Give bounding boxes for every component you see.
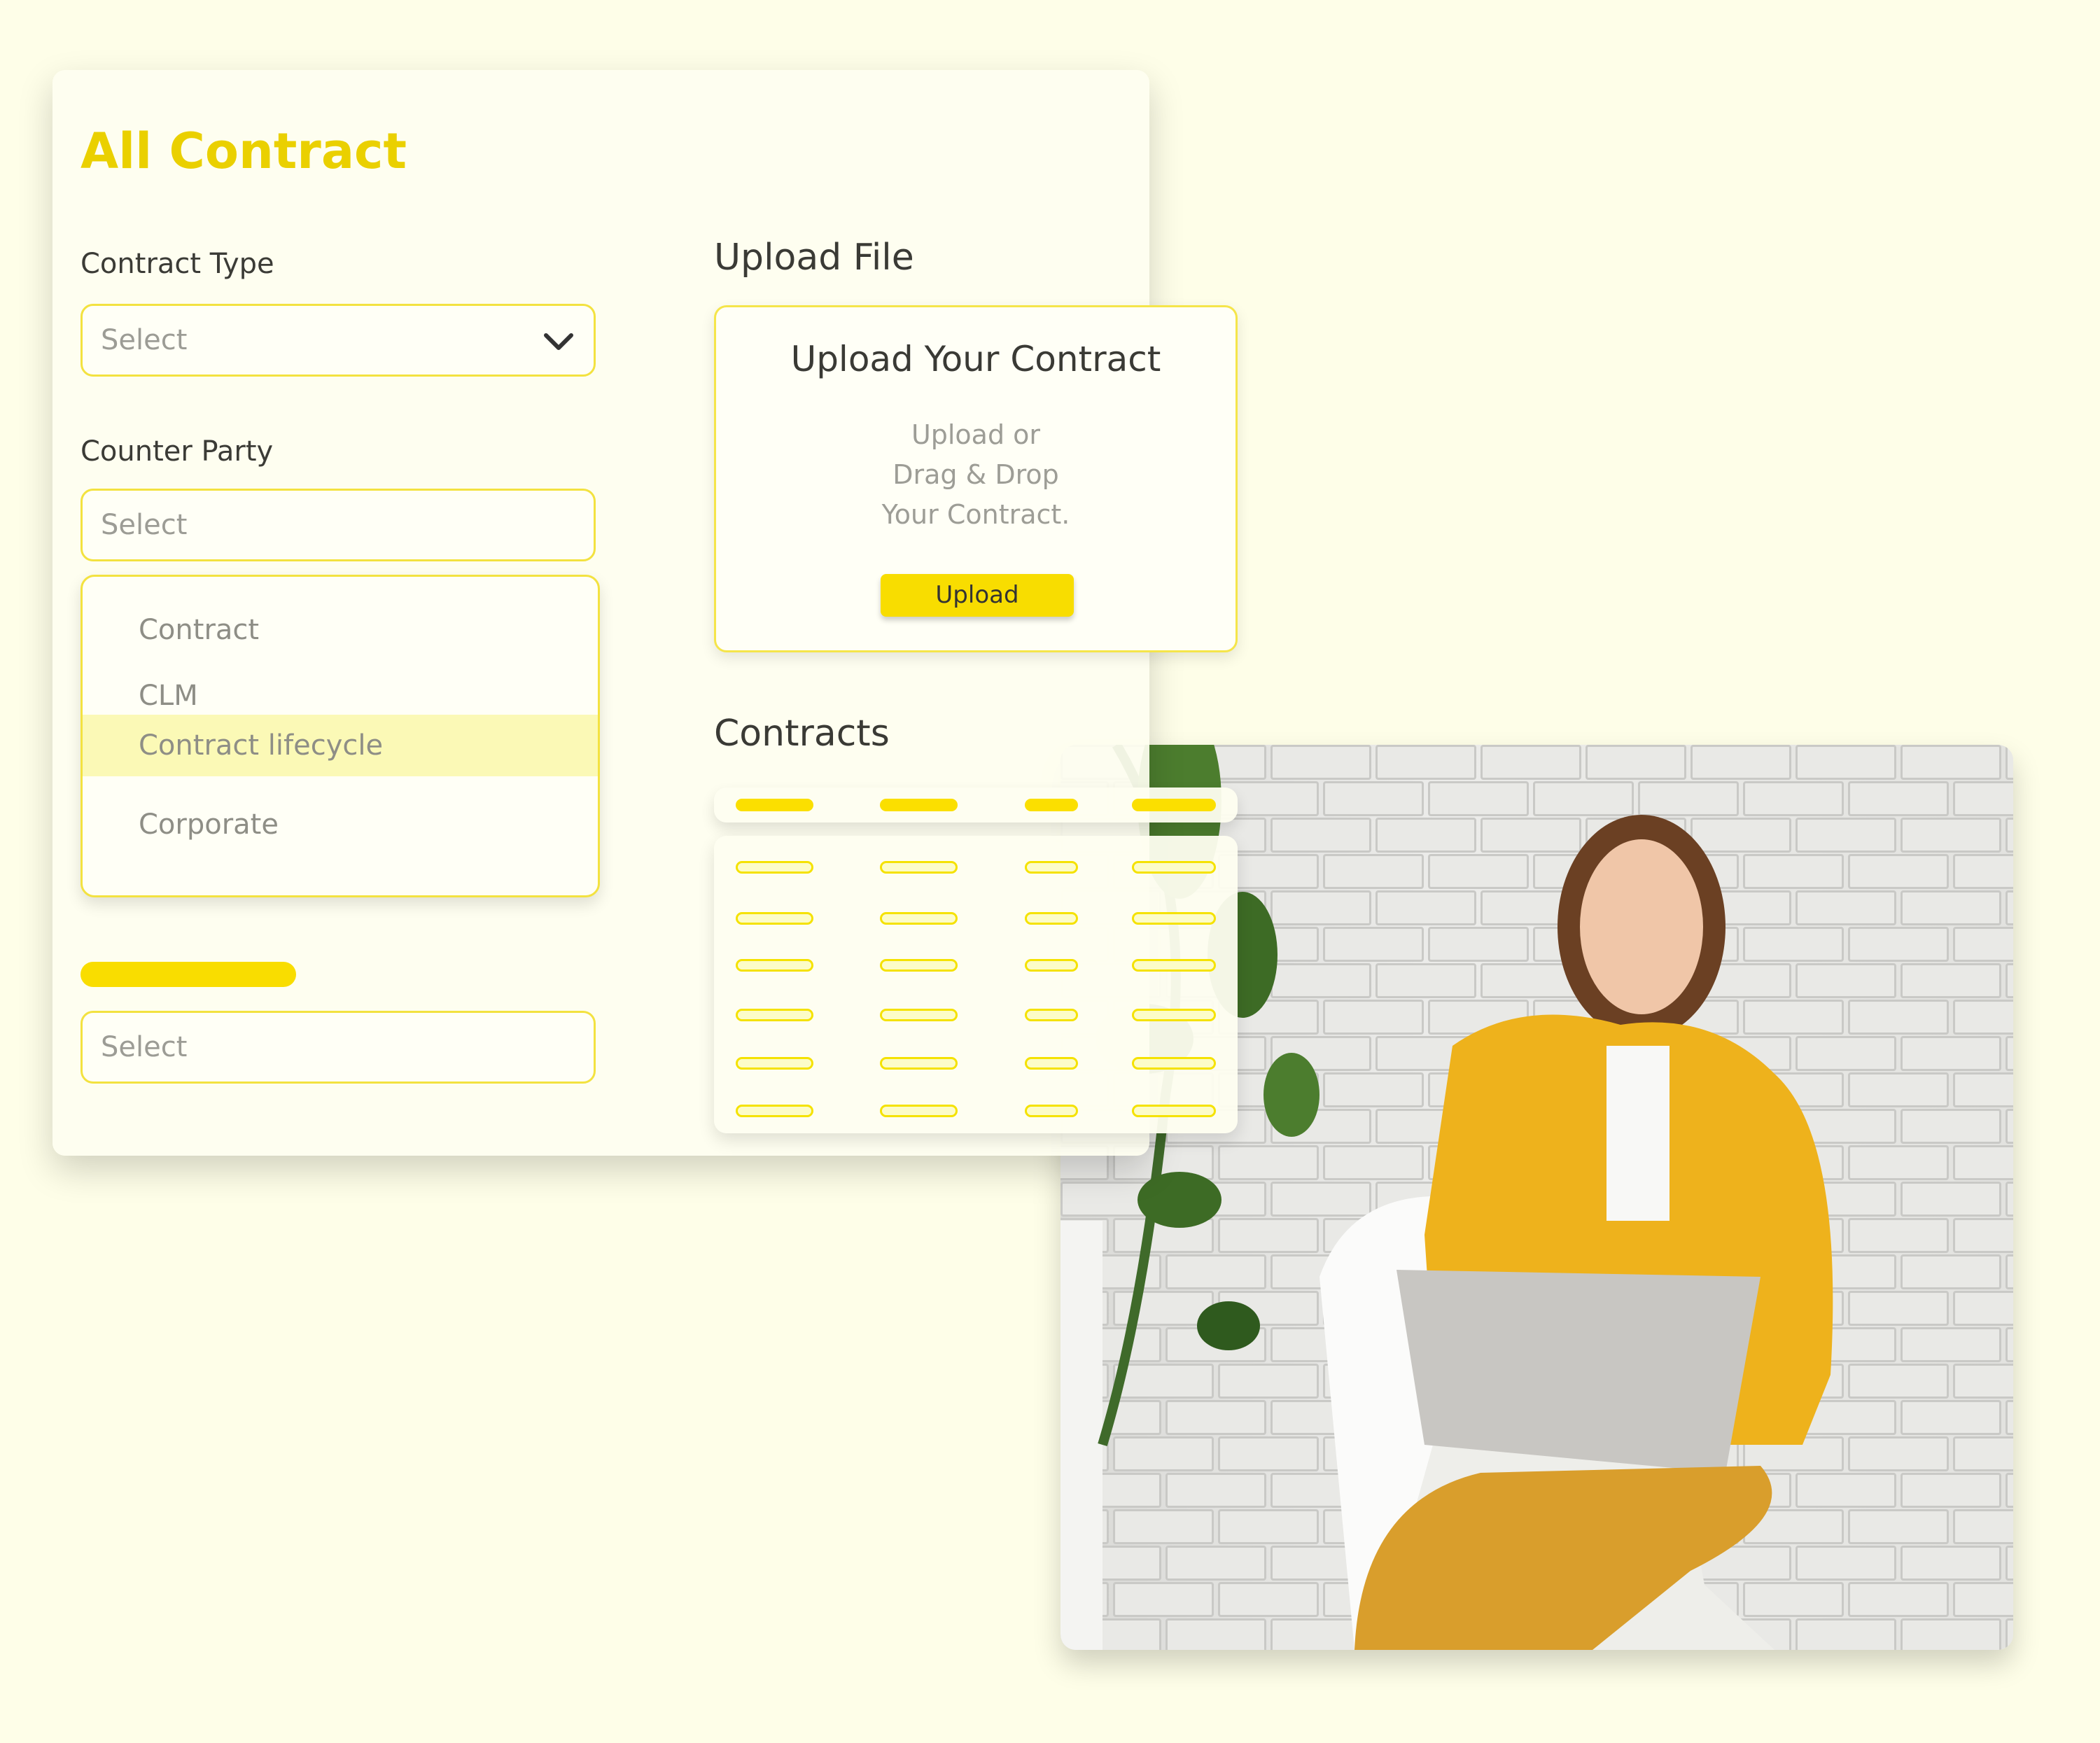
counter-party-placeholder: Select [101,509,188,541]
table-cell-placeholder [1132,1057,1216,1070]
contract-type-placeholder: Select [101,324,188,356]
label-placeholder-bar [80,962,296,987]
table-cell-placeholder [1132,861,1216,874]
header-cell-placeholder [880,799,958,811]
table-cell-placeholder [1025,912,1078,925]
dropdown-option-contract-lifecycle[interactable]: Contract lifecycle [83,715,598,776]
table-cell-placeholder [736,912,813,925]
upload-line-3: Your Contract. [881,499,1070,530]
page-title: All Contract [80,122,407,180]
table-cell-placeholder [736,1009,813,1021]
table-cell-placeholder [1132,1009,1216,1021]
counter-party-label: Counter Party [80,435,274,468]
table-cell-placeholder [880,912,958,925]
header-cell-placeholder [1025,799,1078,811]
dropdown-option-corporate[interactable]: Corporate [83,794,598,855]
upload-file-label: Upload File [714,237,914,279]
table-cell-placeholder [1025,959,1078,972]
third-select[interactable]: Select [80,1011,596,1084]
upload-line-2: Drag & Drop [892,459,1059,490]
contracts-table-header [714,788,1238,822]
contracts-table-body [714,836,1238,1133]
table-cell-placeholder [736,1057,813,1070]
counter-party-select[interactable]: Select [80,489,596,561]
contracts-label: Contracts [714,713,890,755]
dropdown-option-contract[interactable]: Contract [83,599,598,661]
counter-party-dropdown: Contract CLM Contract lifecycle Corporat… [80,575,600,897]
upload-button[interactable]: Upload [881,574,1074,617]
upload-dropzone[interactable]: Upload Your Contract Upload or Drag & Dr… [714,305,1238,652]
chevron-down-icon[interactable] [543,331,574,352]
table-cell-placeholder [1132,912,1216,925]
table-cell-placeholder [1025,1009,1078,1021]
table-cell-placeholder [1132,1105,1216,1117]
table-cell-placeholder [736,959,813,972]
table-cell-placeholder [880,861,958,874]
table-cell-placeholder [1025,1057,1078,1070]
table-cell-placeholder [736,861,813,874]
header-cell-placeholder [736,799,813,811]
table-cell-placeholder [880,1105,958,1117]
table-cell-placeholder [1025,861,1078,874]
table-cell-placeholder [1025,1105,1078,1117]
table-cell-placeholder [880,1057,958,1070]
table-cell-placeholder [736,1105,813,1117]
table-cell-placeholder [880,959,958,972]
third-select-placeholder: Select [101,1031,188,1063]
table-cell-placeholder [880,1009,958,1021]
contract-type-label: Contract Type [80,248,274,280]
header-cell-placeholder [1132,799,1216,811]
contract-type-select[interactable]: Select [80,304,596,377]
table-cell-placeholder [1132,959,1216,972]
upload-heading: Upload Your Contract [790,339,1161,379]
upload-line-1: Upload or [911,419,1041,450]
